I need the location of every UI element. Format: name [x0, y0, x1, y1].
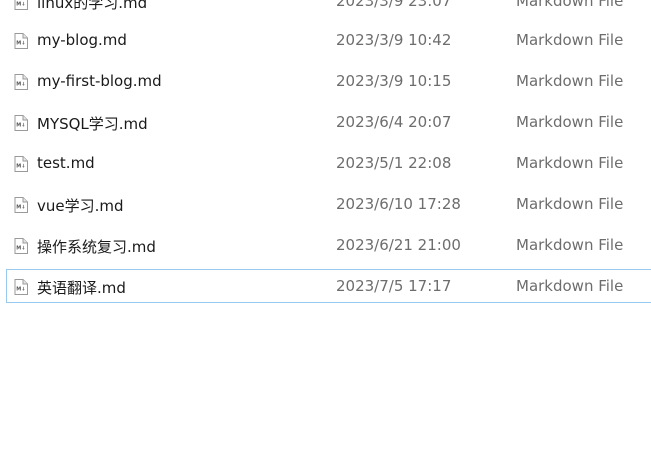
svg-text:M↓: M↓	[16, 41, 25, 47]
file-type: Markdown File	[516, 0, 624, 10]
markdown-file-icon: M↓	[14, 156, 28, 172]
file-name: 英语翻译.md	[37, 279, 126, 297]
markdown-file-icon: M↓	[14, 115, 28, 131]
file-name: 操作系统复习.md	[37, 238, 156, 256]
svg-text:M↓: M↓	[16, 123, 25, 129]
file-type: Markdown File	[516, 236, 624, 254]
markdown-file-icon: M↓	[14, 33, 28, 49]
file-name: MYSQL学习.md	[37, 115, 148, 133]
svg-text:M↓: M↓	[16, 205, 25, 211]
file-date-modified: 2023/3/9 10:15	[336, 72, 452, 90]
file-row[interactable]: M↓ my-first-blog.md 2023/3/9 10:15 Markd…	[6, 64, 651, 98]
file-date-modified: 2023/6/4 20:07	[336, 113, 452, 131]
file-name: linux的学习.md	[37, 0, 148, 12]
file-type: Markdown File	[516, 113, 624, 131]
file-name: my-first-blog.md	[37, 72, 162, 90]
file-type: Markdown File	[516, 72, 624, 90]
svg-text:M↓: M↓	[16, 287, 25, 293]
file-date-modified: 2023/7/5 17:17	[336, 277, 452, 295]
file-name: vue学习.md	[37, 197, 124, 215]
file-date-modified: 2023/3/9 10:42	[336, 31, 452, 49]
markdown-file-icon: M↓	[14, 279, 28, 295]
file-name: test.md	[37, 154, 95, 172]
file-row[interactable]: M↓ MYSQL学习.md 2023/6/4 20:07 Markdown Fi…	[6, 105, 651, 139]
file-date-modified: 2023/6/10 17:28	[336, 195, 461, 213]
markdown-file-icon: M↓	[14, 74, 28, 90]
svg-text:M↓: M↓	[16, 82, 25, 88]
svg-text:M↓: M↓	[16, 246, 25, 252]
svg-text:M↓: M↓	[16, 2, 25, 8]
file-date-modified: 2023/5/1 22:08	[336, 154, 452, 172]
file-row[interactable]: M↓ 操作系统复习.md 2023/6/21 21:00 Markdown Fi…	[6, 228, 651, 262]
file-type: Markdown File	[516, 154, 624, 172]
file-type: Markdown File	[516, 195, 624, 213]
file-row[interactable]: M↓ linux的学习.md 2023/3/9 23:07 Markdown F…	[6, 0, 651, 18]
markdown-file-icon: M↓	[14, 0, 28, 10]
svg-text:M↓: M↓	[16, 164, 25, 170]
file-row[interactable]: M↓ my-blog.md 2023/3/9 10:42 Markdown Fi…	[6, 23, 651, 57]
markdown-file-icon: M↓	[14, 238, 28, 254]
file-type: Markdown File	[516, 277, 624, 295]
file-type: Markdown File	[516, 31, 624, 49]
file-row-selected[interactable]: M↓ 英语翻译.md 2023/7/5 17:17 Markdown File	[6, 269, 651, 303]
file-row[interactable]: M↓ vue学习.md 2023/6/10 17:28 Markdown Fil…	[6, 187, 651, 221]
file-date-modified: 2023/3/9 23:07	[336, 0, 452, 10]
file-row[interactable]: M↓ test.md 2023/5/1 22:08 Markdown File	[6, 146, 651, 180]
file-date-modified: 2023/6/21 21:00	[336, 236, 461, 254]
file-list: M↓ linux的学习.md 2023/3/9 23:07 Markdown F…	[0, 0, 651, 452]
markdown-file-icon: M↓	[14, 197, 28, 213]
file-name: my-blog.md	[37, 31, 127, 49]
